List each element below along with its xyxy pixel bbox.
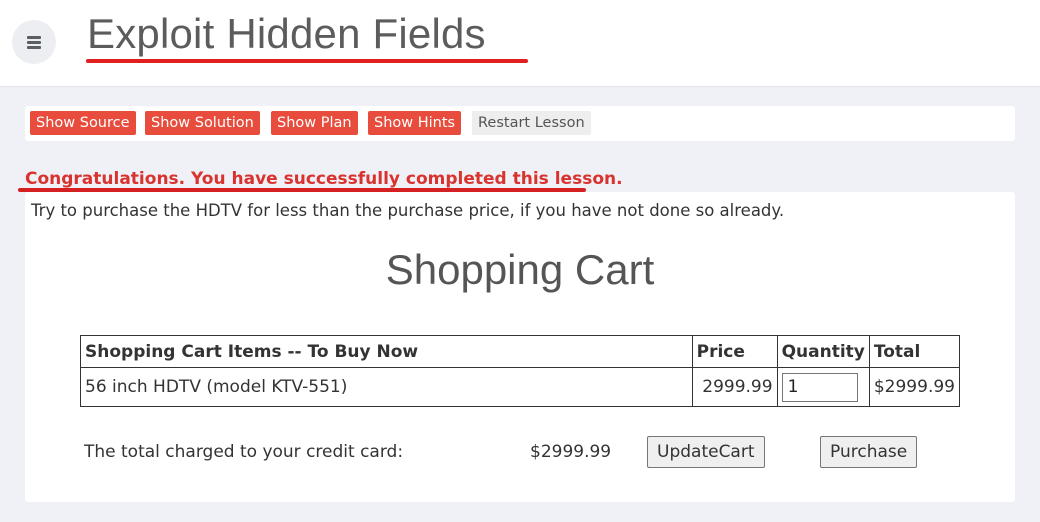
show-hints-button[interactable]: Show Hints [368,111,462,135]
lesson-toolbar: Show Source Show Solution Show Plan Show… [25,106,1015,141]
title-underline-annotation [86,59,528,63]
cart-table: Shopping Cart Items -- To Buy Now Price … [80,335,961,407]
lesson-content: Try to purchase the HDTV for less than t… [25,192,1015,502]
success-message: Congratulations. You have successfully c… [25,169,623,189]
item-total-cell: $2999.99 [868,367,961,407]
update-cart-button[interactable]: UpdateCart [647,436,765,468]
table-row: 56 inch HDTV (model KTV-551) 2999.99 $29… [80,367,961,407]
column-header-quantity: Quantity [776,335,870,368]
purchase-button[interactable]: Purchase [820,436,918,468]
hamburger-menu-icon [27,36,41,49]
column-header-item: Shopping Cart Items -- To Buy Now [80,335,693,368]
table-header-row: Shopping Cart Items -- To Buy Now Price … [80,335,961,368]
total-charged-amount: $2999.99 [530,442,612,462]
column-header-price: Price [691,335,778,368]
lesson-title: Exploit Hidden Fields [87,10,486,57]
page-header: Exploit Hidden Fields [0,0,1040,87]
cart-title: Shopping Cart [385,246,655,293]
total-charged-label: The total charged to your credit card: [84,442,404,462]
show-solution-button[interactable]: Show Solution [145,111,260,135]
menu-toggle-button[interactable] [12,20,56,64]
show-source-button[interactable]: Show Source [30,111,136,135]
column-header-total: Total [868,335,961,368]
show-plan-button[interactable]: Show Plan [271,111,358,135]
item-quantity-cell [776,367,870,407]
lesson-instructions: Try to purchase the HDTV for less than t… [31,201,785,220]
item-price-cell: 2999.99 [691,367,778,407]
item-name-cell: 56 inch HDTV (model KTV-551) [80,367,693,407]
success-underline-annotation [18,188,586,192]
restart-lesson-button[interactable]: Restart Lesson [472,111,591,135]
quantity-input[interactable] [781,372,858,402]
